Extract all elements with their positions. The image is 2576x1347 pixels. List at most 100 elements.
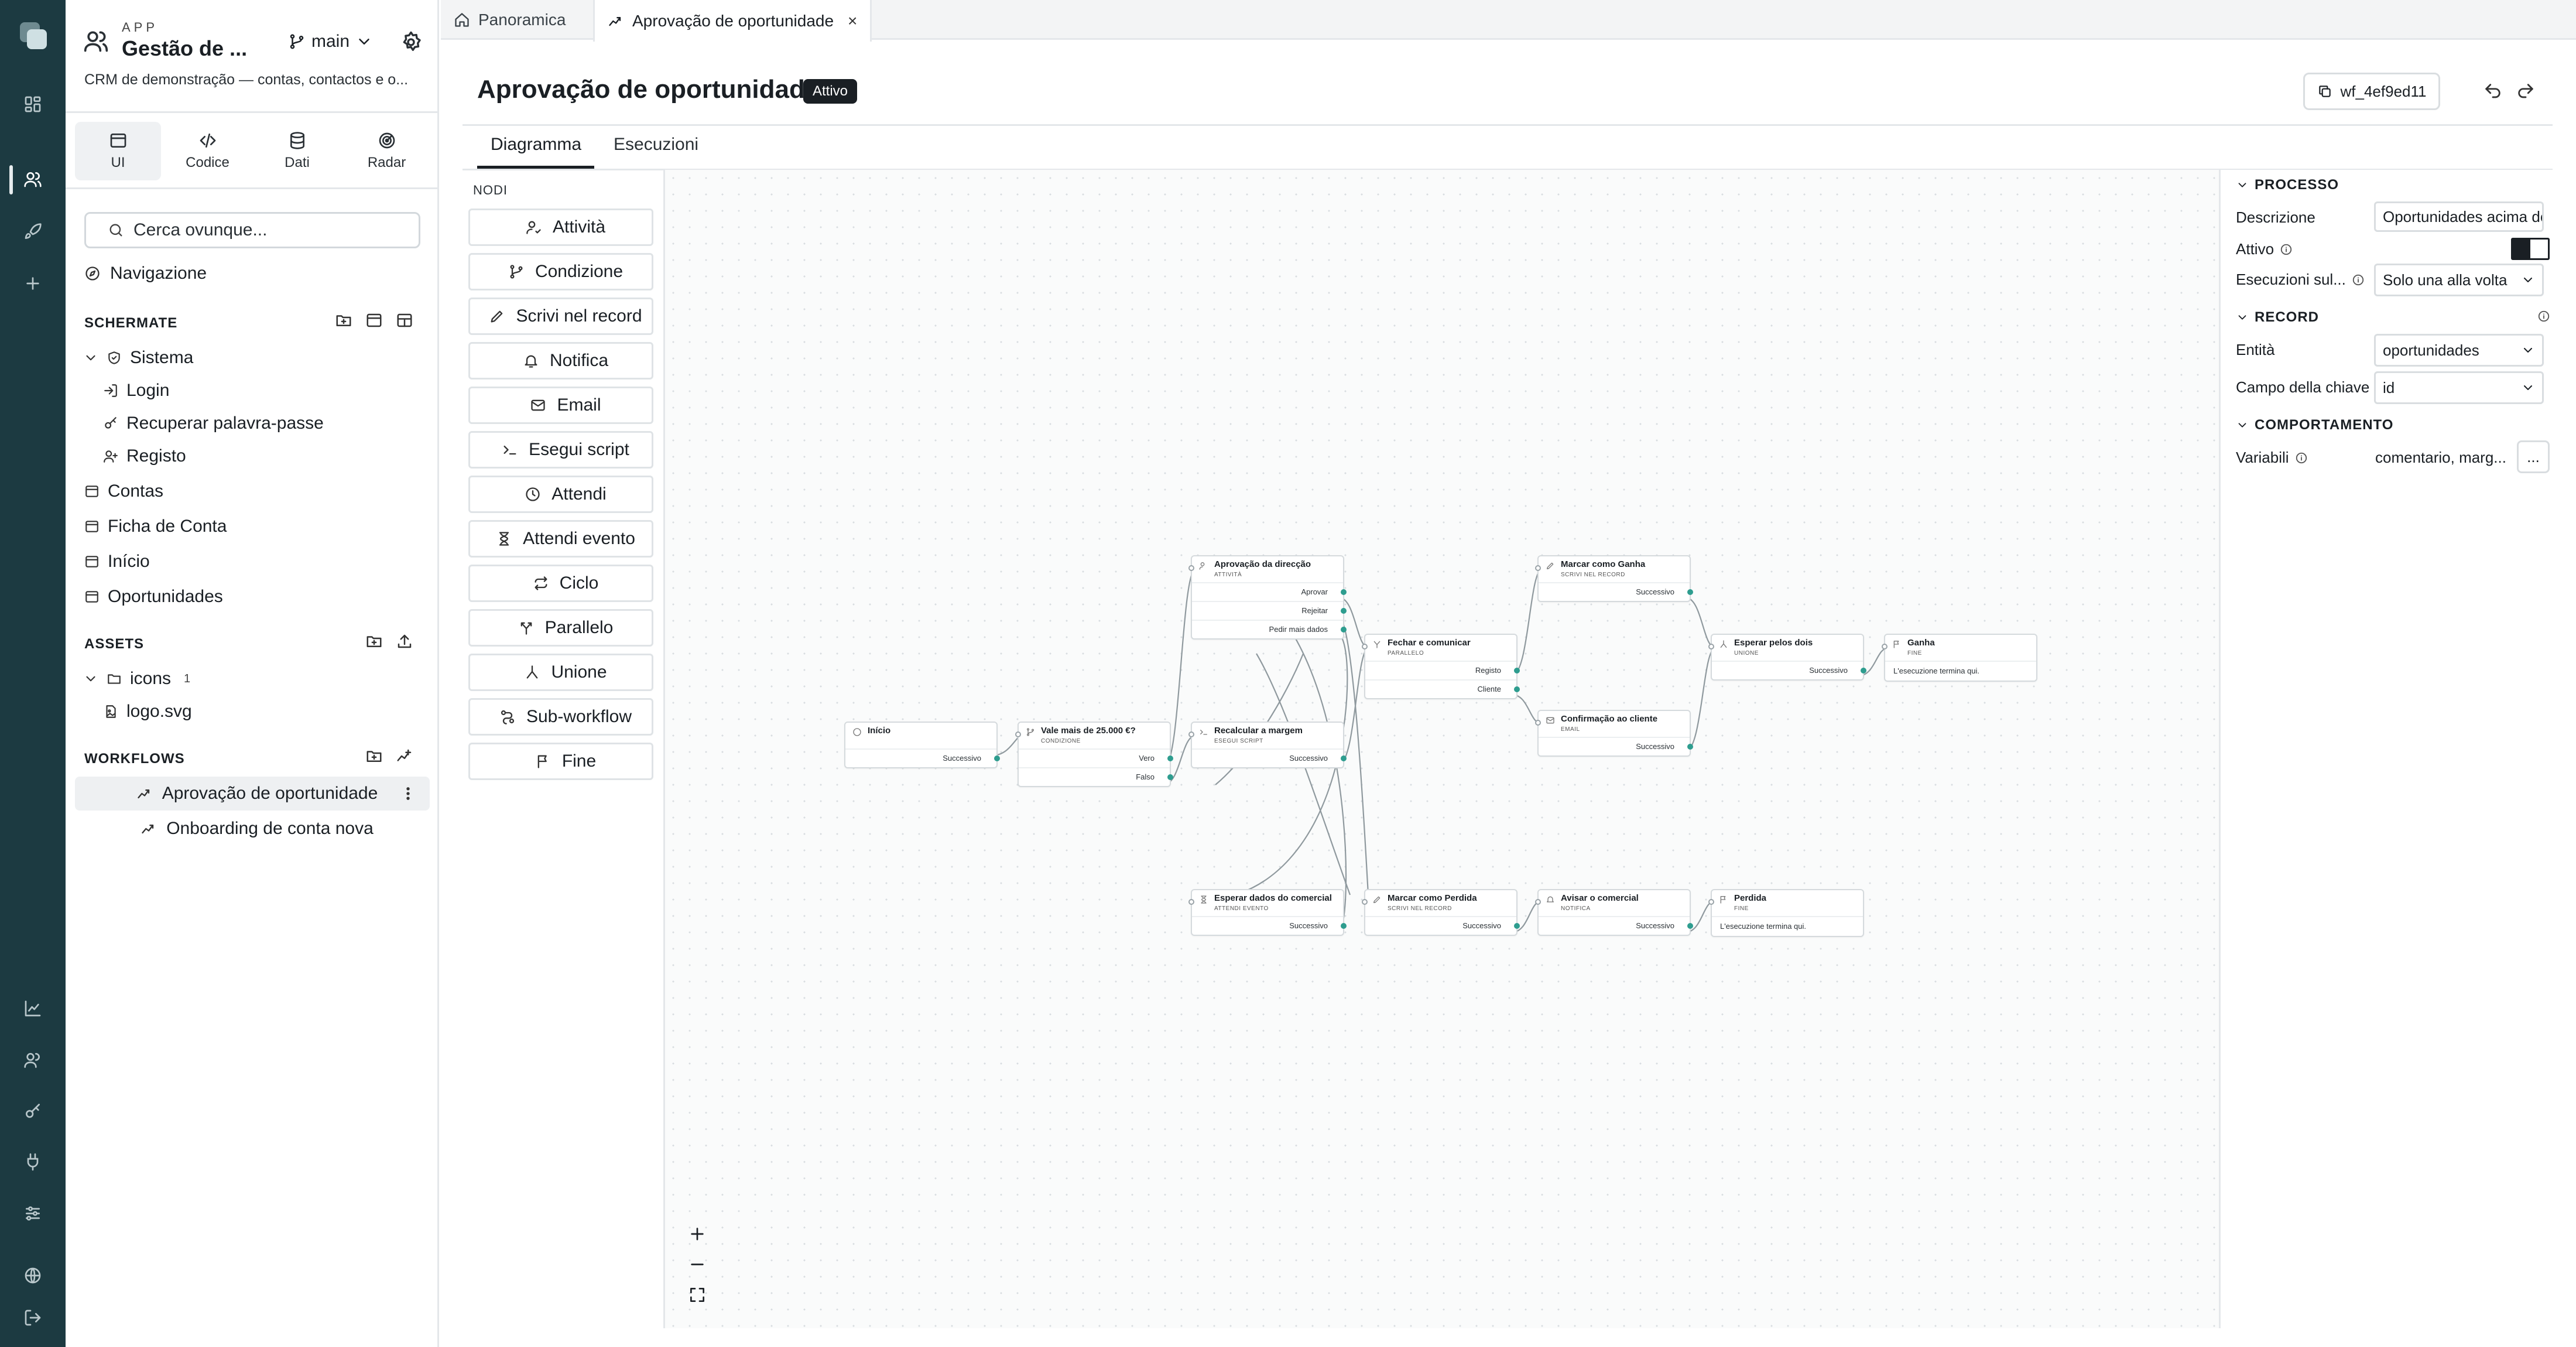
node-output-successivo[interactable]: Successivo xyxy=(1539,582,1693,601)
mode-data[interactable]: Dati xyxy=(254,122,340,180)
output-port[interactable] xyxy=(1514,668,1520,674)
output-port[interactable] xyxy=(1341,755,1347,761)
info-icon[interactable] xyxy=(2537,309,2551,323)
section-comportamento[interactable]: COMPORTAMENTO xyxy=(2236,417,2393,433)
node-parallelo[interactable]: Fechar e comunicar PARALLELO Registo Cli… xyxy=(1362,634,1520,699)
node-output-falso[interactable]: Falso xyxy=(1019,767,1173,786)
fit-view-icon[interactable] xyxy=(683,1280,712,1310)
descrizione-field[interactable]: Oportunidades acima de xyxy=(2374,201,2544,232)
palette-fine[interactable]: Fine xyxy=(468,743,653,780)
node-inizio[interactable]: Início Successivo xyxy=(844,722,1000,768)
undo-icon[interactable] xyxy=(2482,81,2503,102)
globe-icon[interactable] xyxy=(19,1261,47,1290)
node-output-registo[interactable]: Registo xyxy=(1365,661,1520,679)
tab-workflow[interactable]: Aprovação de oportunidade × xyxy=(593,0,872,42)
key-icon[interactable] xyxy=(19,1098,47,1126)
node-output-successivo[interactable]: Successivo xyxy=(1192,748,1347,767)
node-output-successivo[interactable]: Successivo xyxy=(1539,916,1693,935)
mode-ui[interactable]: UI xyxy=(75,122,161,180)
output-port[interactable] xyxy=(1514,923,1520,929)
sliders-icon[interactable] xyxy=(19,1199,47,1228)
palette-unione[interactable]: Unione xyxy=(468,654,653,691)
more-vertical-icon[interactable] xyxy=(398,784,418,804)
zoom-out-icon[interactable] xyxy=(683,1250,712,1279)
info-icon[interactable] xyxy=(2280,243,2293,256)
output-port[interactable] xyxy=(1687,744,1693,750)
screen-recuperar[interactable]: Recuperar palavra-passe xyxy=(103,409,324,438)
node-output-vero[interactable]: Vero xyxy=(1019,748,1173,767)
screen-oportunidades[interactable]: Oportunidades xyxy=(84,582,223,611)
palette-attendi-evento[interactable]: Attendi evento xyxy=(468,520,653,558)
tab-diagramma[interactable]: Diagramma xyxy=(491,135,581,155)
upload-icon[interactable] xyxy=(396,633,413,650)
section-record[interactable]: RECORD xyxy=(2236,309,2319,326)
node-scrivi-ganha[interactable]: Marcar como Ganha SCRIVI NEL RECORD Succ… xyxy=(1535,555,1693,602)
info-icon[interactable] xyxy=(2352,273,2365,286)
node-output-cliente[interactable]: Cliente xyxy=(1365,679,1520,698)
add-icon[interactable] xyxy=(19,269,47,298)
node-attendi-evento[interactable]: Esperar dados do comercial ATTENDI EVENT… xyxy=(1188,889,1347,936)
palette-condizione[interactable]: Condizione xyxy=(468,253,653,290)
output-port[interactable] xyxy=(1167,755,1173,761)
output-port[interactable] xyxy=(1341,923,1347,929)
workflow-canvas[interactable]: Início Successivo Vale mais de 25.000 €?… xyxy=(665,170,2219,1328)
attivo-toggle[interactable] xyxy=(2511,238,2550,260)
analytics-icon[interactable] xyxy=(19,994,47,1023)
output-port[interactable] xyxy=(1341,589,1347,595)
info-icon[interactable] xyxy=(2295,452,2308,464)
plug-icon[interactable] xyxy=(19,1148,47,1176)
palette-scrivi[interactable]: Scrivi nel record xyxy=(468,298,653,335)
node-attivita[interactable]: Aprovação da direcção ATTIVITÀ Aprovar R… xyxy=(1188,555,1347,640)
node-email[interactable]: Confirmação ao cliente EMAIL Successivo xyxy=(1535,710,1693,757)
palette-parallelo[interactable]: Parallelo xyxy=(468,609,653,647)
node-output-successivo[interactable]: Successivo xyxy=(1192,916,1347,935)
workflow-item[interactable]: Onboarding de conta nova xyxy=(75,812,430,846)
palette-subworkflow[interactable]: Sub-workflow xyxy=(468,698,653,736)
close-icon[interactable]: × xyxy=(848,12,857,30)
output-port[interactable] xyxy=(1861,668,1866,674)
rocket-icon[interactable] xyxy=(19,218,47,246)
variabili-edit-button[interactable]: ... xyxy=(2517,440,2550,473)
tab-panoramica[interactable]: Panoramica xyxy=(441,0,578,40)
new-folder-icon[interactable] xyxy=(335,312,352,329)
output-port[interactable] xyxy=(1687,589,1693,595)
palette-ciclo[interactable]: Ciclo xyxy=(468,565,653,602)
folder-icons[interactable]: icons 1 xyxy=(83,664,190,693)
node-output-successivo[interactable]: Successivo xyxy=(1712,661,1866,679)
node-output-pedir[interactable]: Pedir mais dados xyxy=(1192,620,1347,638)
screen-registo[interactable]: Registo xyxy=(103,442,186,471)
tab-esecuzioni[interactable]: Esecuzioni xyxy=(614,135,698,155)
folder-sistema[interactable]: Sistema xyxy=(83,343,193,372)
brand-logo[interactable] xyxy=(16,19,50,53)
screen-ficha-de-conta[interactable]: Ficha de Conta xyxy=(84,512,227,541)
node-notifica[interactable]: Avisar o comercial NOTIFICA Successivo xyxy=(1535,889,1693,936)
output-port[interactable] xyxy=(1341,608,1347,614)
node-output-successivo[interactable]: Successivo xyxy=(1539,737,1693,755)
new-folder-icon[interactable] xyxy=(365,747,383,765)
screen-login[interactable]: Login xyxy=(103,376,169,405)
mode-radar[interactable]: Radar xyxy=(344,122,430,180)
users-icon[interactable] xyxy=(19,165,47,193)
new-folder-icon[interactable] xyxy=(365,633,383,650)
output-port[interactable] xyxy=(1687,923,1693,929)
palette-notifica[interactable]: Notifica xyxy=(468,342,653,380)
new-screen-icon[interactable] xyxy=(365,312,383,329)
screen-inicio[interactable]: Início xyxy=(84,547,150,576)
node-condizione[interactable]: Vale mais de 25.000 €? CONDIZIONE Vero F… xyxy=(1015,722,1173,787)
node-fine-perdida[interactable]: Perdida FINE L'esecuzione termina qui. xyxy=(1708,889,1864,937)
asset-logo[interactable]: logo.svg xyxy=(103,697,192,726)
copy-id-button[interactable]: wf_4ef9ed11 xyxy=(2303,73,2440,110)
node-output-successivo[interactable]: Successivo xyxy=(1365,916,1520,935)
workflow-item[interactable]: Aprovação de oportunidade xyxy=(75,777,430,811)
navigation-link[interactable]: Navigazione xyxy=(84,259,207,288)
zoom-in-icon[interactable] xyxy=(683,1219,712,1249)
section-processo[interactable]: PROCESSO xyxy=(2236,177,2339,193)
branch-selector[interactable]: main xyxy=(288,32,373,52)
output-port[interactable] xyxy=(994,755,1000,761)
node-unione[interactable]: Esperar pelos dois UNIONE Successivo xyxy=(1708,634,1866,681)
palette-script[interactable]: Esegui script xyxy=(468,431,653,469)
node-output-aprovar[interactable]: Aprovar xyxy=(1192,582,1347,601)
node-fine-ganha[interactable]: Ganha FINE L'esecuzione termina qui. xyxy=(1882,634,2037,682)
output-port[interactable] xyxy=(1514,686,1520,692)
esecuzioni-select[interactable]: Solo una alla volta xyxy=(2374,264,2544,296)
